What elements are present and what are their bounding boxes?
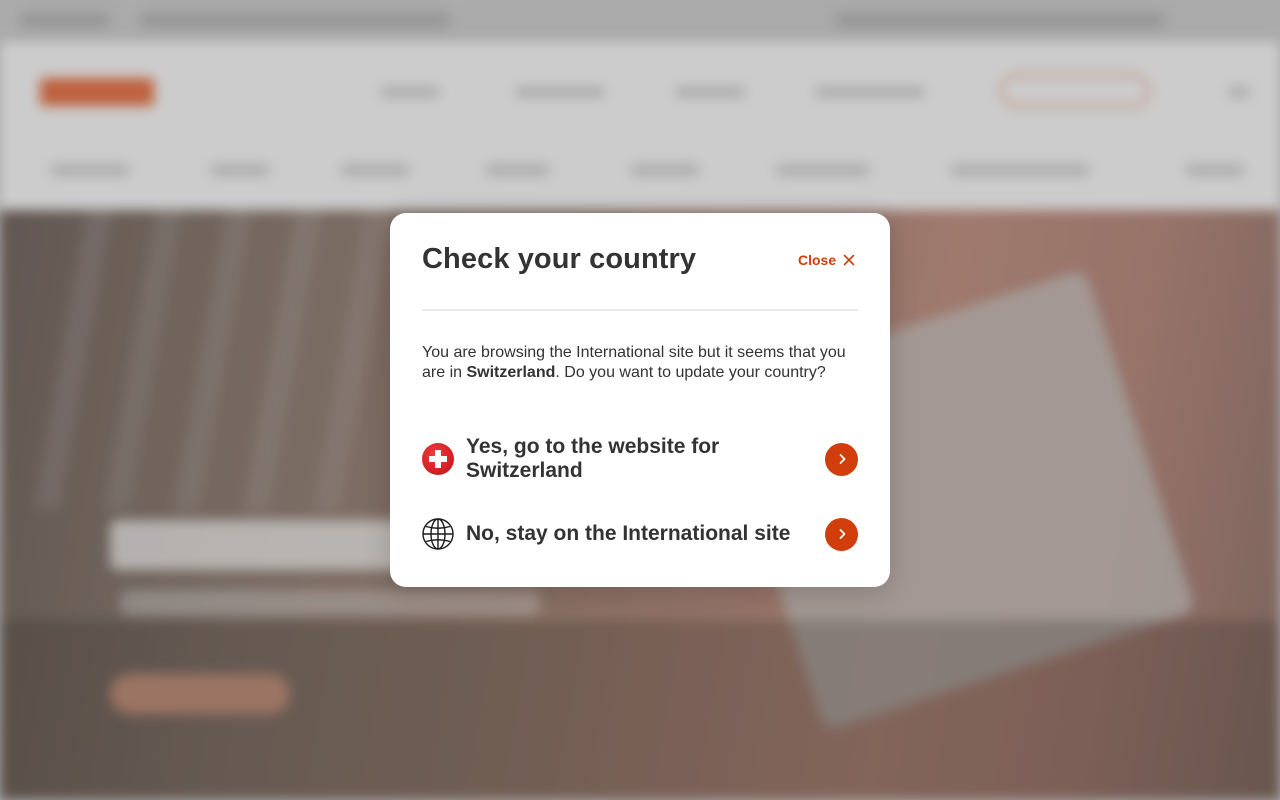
stay-international-option[interactable]: No, stay on the International site [422, 515, 858, 553]
globe-icon [422, 518, 454, 550]
detected-country: Switzerland [466, 364, 556, 381]
dialog-message: You are browsing the International site … [422, 343, 858, 383]
divider [422, 309, 858, 311]
close-icon [843, 254, 855, 266]
option-label: Yes, go to the website for Switzerland [466, 435, 720, 482]
close-label: Close [798, 252, 837, 268]
country-check-dialog: Check your country Close You are browsin… [390, 213, 890, 587]
chevron-right-icon[interactable] [825, 517, 858, 551]
option-label: No, stay on the International site [466, 522, 791, 545]
dialog-title: Check your country [422, 243, 697, 275]
chevron-right-icon[interactable] [825, 442, 858, 476]
close-button[interactable]: Close [798, 252, 855, 268]
swiss-flag-icon [422, 443, 454, 475]
message-text-end: . Do you want to update your country? [555, 364, 826, 381]
go-to-switzerland-option[interactable]: Yes, go to the website for Switzerland [422, 433, 858, 485]
